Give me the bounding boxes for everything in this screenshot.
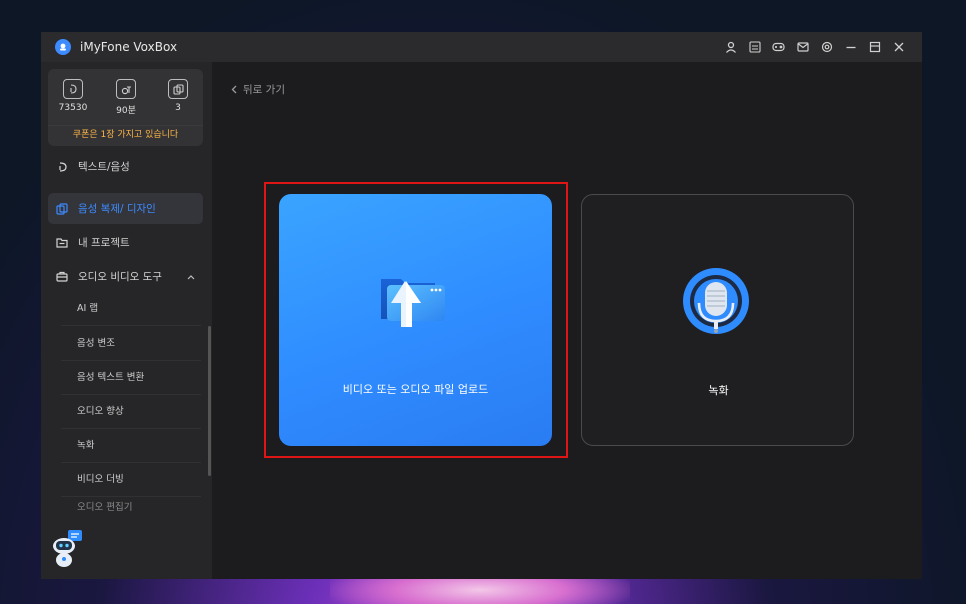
stat-characters: 73530 (53, 79, 93, 113)
gamepad-icon[interactable] (771, 39, 786, 54)
sidebar-scrollbar[interactable] (208, 326, 211, 476)
toolbox-icon (56, 271, 68, 283)
sidebar-item-text-speech[interactable]: 텍스트/음성 (48, 151, 203, 182)
maximize-icon[interactable] (867, 39, 882, 54)
voice-clone-icon (56, 202, 68, 215)
upload-file-card[interactable]: 비디오 또는 오디오 파일 업로드 (279, 194, 552, 446)
mail-icon[interactable] (795, 39, 810, 54)
titlebar: iMyFone VoxBox (41, 32, 922, 62)
stat-count: 3 (158, 79, 198, 113)
close-icon[interactable] (891, 39, 906, 54)
characters-count: 73530 (58, 103, 88, 113)
minutes-icon (116, 79, 136, 99)
characters-icon (63, 79, 83, 99)
assistant-robot-icon[interactable] (51, 528, 89, 568)
clone-count-icon (168, 79, 188, 99)
minimize-icon[interactable] (843, 39, 858, 54)
chevron-up-icon[interactable] (187, 271, 195, 283)
app-icon[interactable] (747, 39, 762, 54)
app-logo-icon (55, 39, 71, 55)
record-card[interactable]: 녹화 (581, 194, 854, 446)
stat-minutes: 90분 (106, 79, 146, 116)
subitem-audio-editor[interactable]: 오디오 편집기 (61, 497, 201, 513)
subitem-voice-changer[interactable]: 음성 변조 (61, 327, 201, 361)
sidebar-item-label: 음성 복제/ 디자인 (78, 203, 156, 215)
folder-icon (56, 237, 68, 249)
user-icon[interactable] (723, 39, 738, 54)
app-title: iMyFone VoxBox (80, 40, 178, 54)
subitem-speech-to-text[interactable]: 음성 텍스트 변환 (61, 361, 201, 395)
sidebar-item-av-tools[interactable]: 오디오 비디오 도구 (48, 261, 203, 292)
clone-count: 3 (175, 103, 181, 113)
record-label: 녹화 (708, 384, 729, 397)
upload-label: 비디오 또는 오디오 파일 업로드 (342, 383, 489, 396)
sidebar-item-label: 텍스트/음성 (78, 161, 130, 173)
sidebar-item-voice-clone[interactable]: 음성 복제/ 디자인 (48, 193, 203, 224)
settings-icon[interactable] (819, 39, 834, 54)
back-button[interactable]: 뒤로 가기 (231, 82, 285, 97)
back-label: 뒤로 가기 (243, 84, 285, 96)
coupon-banner[interactable]: 쿠폰은 1장 가지고 있습니다 (48, 125, 203, 143)
text-speech-icon (56, 161, 68, 173)
stats-card: 73530 90분 3 쿠폰은 1장 가지고 있습니다 (48, 69, 203, 146)
app-window: iMyFone VoxBox 73530 90분 3 쿠폰은 1장 가지고 있습… (41, 32, 922, 579)
subitem-audio-enhance[interactable]: 오디오 향상 (61, 395, 201, 429)
chevron-left-icon (231, 85, 237, 94)
microphone-icon (680, 267, 752, 351)
minutes-count: 90분 (116, 106, 136, 116)
sidebar: 73530 90분 3 쿠폰은 1장 가지고 있습니다 텍스트/음성 음성 복제… (41, 62, 212, 579)
upload-folder-icon (377, 269, 449, 345)
subitem-video-dubbing[interactable]: 비디오 더빙 (61, 463, 201, 497)
subitem-ai-lab[interactable]: AI 랩 (61, 292, 201, 326)
sidebar-item-my-project[interactable]: 내 프로젝트 (48, 227, 203, 258)
subitem-recording[interactable]: 녹화 (61, 429, 201, 463)
sidebar-item-label: 내 프로젝트 (78, 237, 130, 249)
sidebar-item-label: 오디오 비디오 도구 (78, 271, 162, 283)
